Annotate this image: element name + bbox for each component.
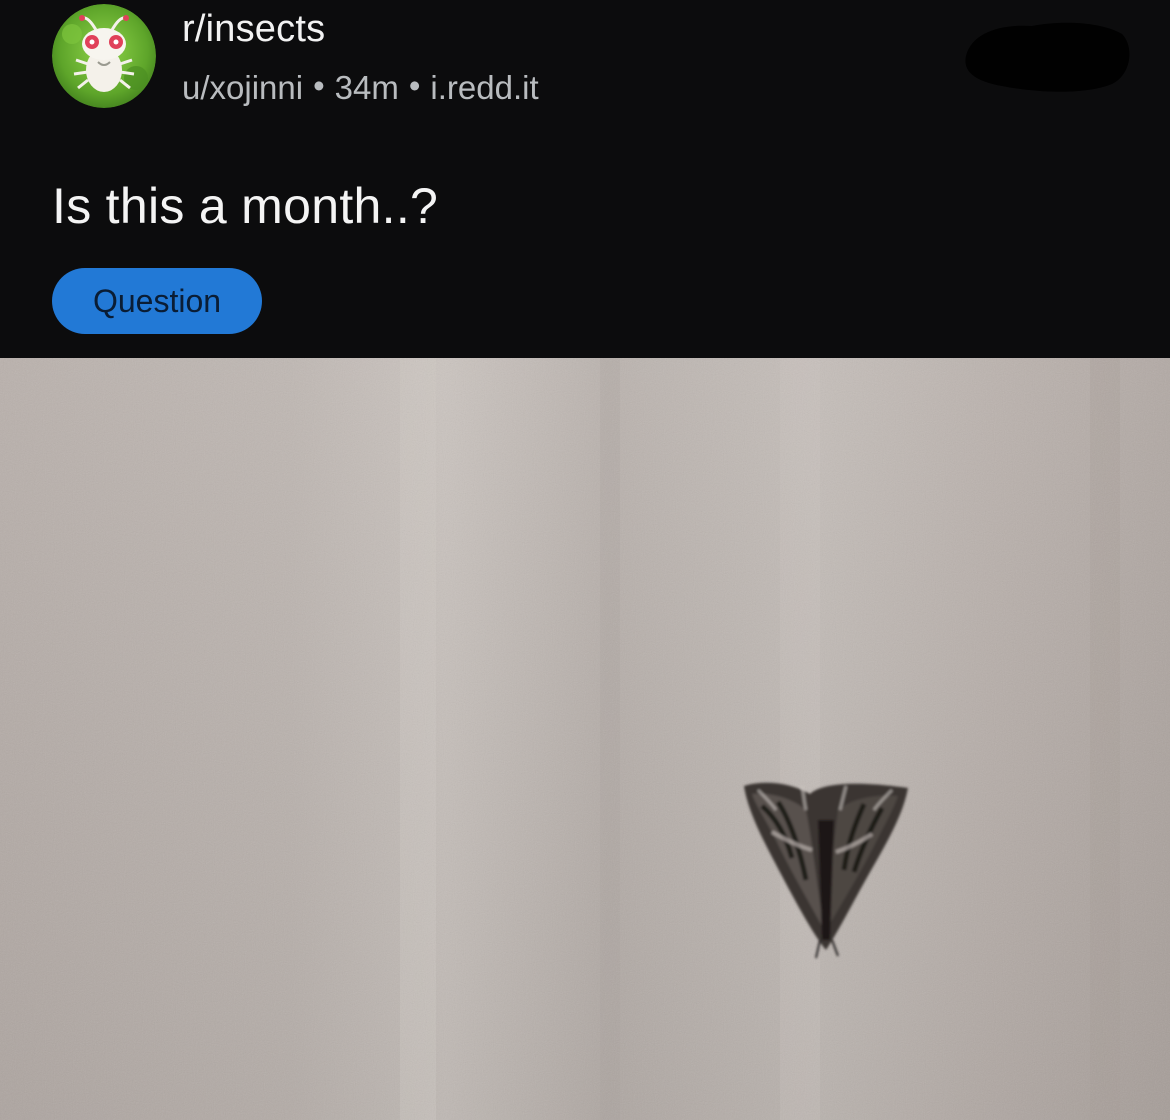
snoo-bug-avatar-icon [52,4,156,108]
question-flair-badge[interactable]: Question [52,268,262,334]
post-meta: u/xojinni • 34m • i.redd.it [182,67,539,108]
reddit-post-card: r/insects u/xojinni • 34m • i.redd.it Is thi… [0,0,1170,1120]
post-image[interactable] [0,358,1170,1120]
community-name-link[interactable]: r/insects [182,6,325,52]
redacted-blob [962,12,1134,96]
moth-on-wall-photo [0,358,1170,1120]
post-age: 34m [334,69,399,106]
post-header: r/insects u/xojinni • 34m • i.redd.it Is thi… [0,0,1170,358]
author-link[interactable]: u/xojinni [182,69,303,106]
community-avatar-icon[interactable] [52,4,156,108]
post-domain-link[interactable]: i.redd.it [430,69,538,106]
meta-separator: • [313,67,325,104]
post-title[interactable]: Is this a month..? [52,176,438,236]
meta-separator: • [408,67,421,104]
